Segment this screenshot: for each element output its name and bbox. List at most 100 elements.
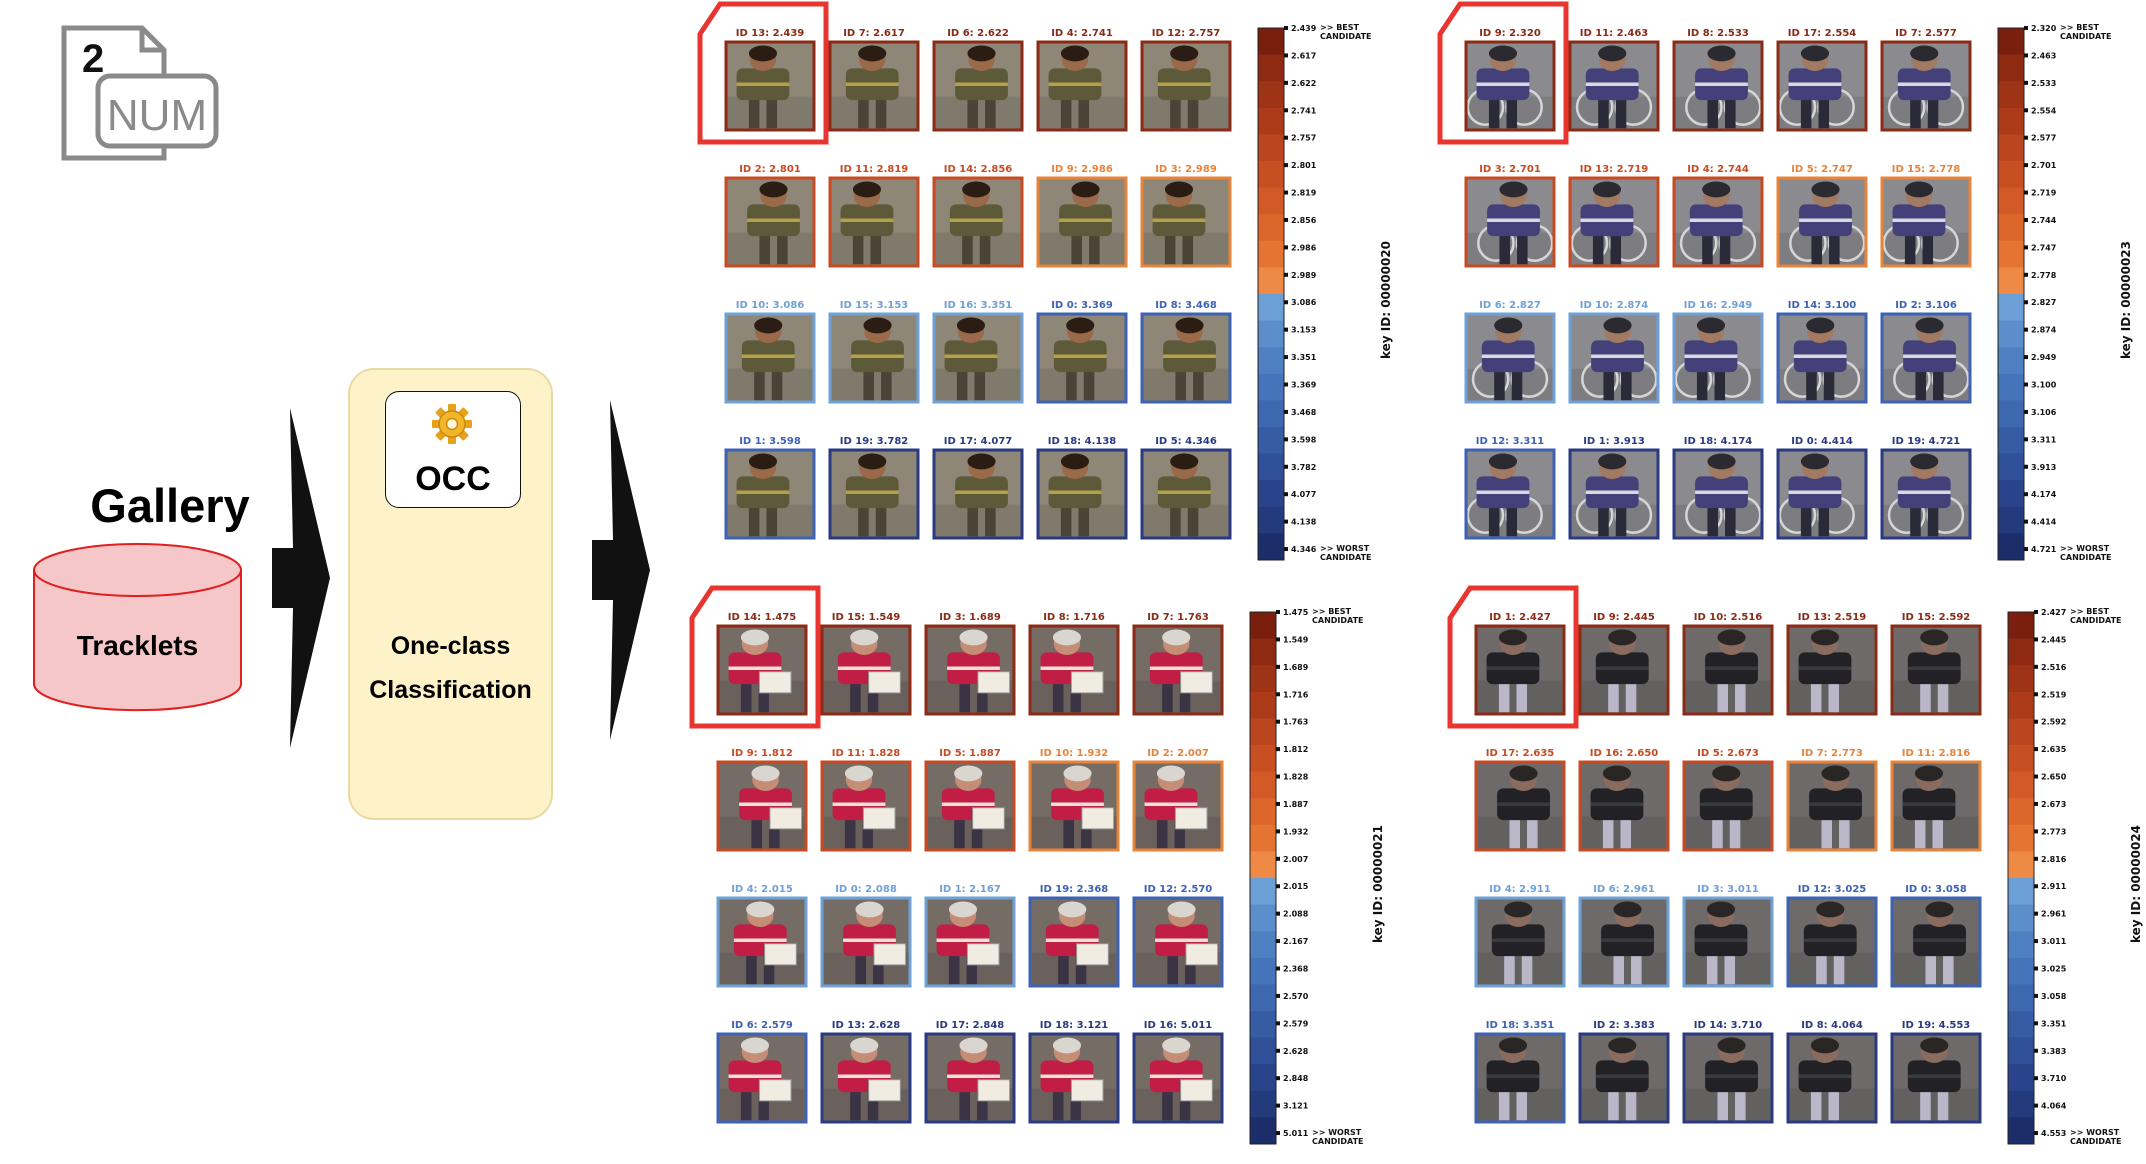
candidate-thumbnail xyxy=(1890,624,1982,716)
candidate-thumbnail xyxy=(1682,896,1774,988)
colorbar-tick: 3.106 xyxy=(2031,408,2057,417)
colorbar-tick: 2.874 xyxy=(2031,326,2057,335)
candidate-thumbnail xyxy=(1568,176,1660,268)
candidate-label: ID 7: 2.617 xyxy=(843,28,905,39)
candidate-thumbnail xyxy=(1140,448,1232,540)
candidate-thumbnail xyxy=(820,624,912,716)
colorbar-tick: 1.689 xyxy=(1283,663,1309,672)
gallery-title: Gallery xyxy=(90,479,250,532)
candidate-label: ID 8: 3.468 xyxy=(1155,300,1217,311)
colorbar xyxy=(1997,26,2028,561)
candidate-label: ID 8: 2.533 xyxy=(1687,28,1749,39)
candidate-thumbnail xyxy=(828,312,920,404)
colorbar-tick: 2.816 xyxy=(2041,855,2067,864)
best-label-2: CANDIDATE xyxy=(2060,32,2112,41)
candidate-thumbnail xyxy=(932,448,1024,540)
candidate-label: ID 2: 2.801 xyxy=(739,164,801,175)
candidate-label: ID 0: 3.369 xyxy=(1051,300,1113,311)
colorbar-tick: 2.554 xyxy=(2031,106,2057,115)
key-id-label: key ID: 00000021 xyxy=(1371,825,1385,943)
occ-label: OCC xyxy=(415,460,491,498)
candidate-label: ID 18: 4.174 xyxy=(1684,436,1753,447)
candidate-label: ID 15: 3.153 xyxy=(840,300,909,311)
colorbar-tick: 2.088 xyxy=(1283,910,1309,919)
occ-description: One-class Classification xyxy=(348,624,553,712)
occ-desc-line2: Classification xyxy=(369,676,532,704)
colorbar-tick: 2.445 xyxy=(2041,635,2067,644)
candidate-label: ID 13: 2.519 xyxy=(1798,612,1867,623)
candidate-label: ID 17: 2.848 xyxy=(936,1020,1005,1031)
candidate-label: ID 19: 4.553 xyxy=(1902,1020,1971,1031)
candidate-thumbnail xyxy=(1036,312,1128,404)
candidate-label: ID 6: 2.827 xyxy=(1479,300,1541,311)
candidate-label: ID 11: 2.819 xyxy=(840,164,909,175)
candidate-thumbnail xyxy=(1786,1032,1878,1124)
colorbar-tick: 4.174 xyxy=(2031,490,2057,499)
colorbar-tick: 3.710 xyxy=(2041,1074,2067,1083)
worst-label: >> WORST xyxy=(1320,544,1370,553)
gear-icon xyxy=(432,404,472,444)
candidate-label: ID 5: 2.747 xyxy=(1791,164,1853,175)
candidate-thumbnail xyxy=(1776,448,1868,540)
colorbar-tick: 5.011 xyxy=(1283,1129,1309,1138)
colorbar-tick: 3.383 xyxy=(2041,1047,2066,1056)
candidate-thumbnail xyxy=(828,448,920,540)
colorbar-tick: 1.549 xyxy=(1283,635,1309,644)
colorbar-tick: 3.058 xyxy=(2041,992,2067,1001)
candidate-thumbnail xyxy=(1880,176,1972,268)
candidate-label: ID 3: 2.989 xyxy=(1155,164,1217,175)
candidate-label: ID 11: 2.816 xyxy=(1902,748,1971,759)
worst-label: >> WORST xyxy=(2070,1128,2120,1137)
candidate-thumbnail xyxy=(924,760,1016,852)
colorbar-tick: 4.064 xyxy=(2041,1102,2067,1111)
colorbar-tick: 2.741 xyxy=(1291,106,1317,115)
candidate-label: ID 7: 1.763 xyxy=(1147,612,1209,623)
candidate-thumbnail xyxy=(724,40,816,132)
colorbar-tick: 2.819 xyxy=(1291,189,1317,198)
candidate-thumbnail xyxy=(1672,40,1764,132)
colorbar-tick: 2.463 xyxy=(2031,51,2056,60)
best-label-2: CANDIDATE xyxy=(1320,32,1372,41)
candidate-thumbnail xyxy=(1464,448,1556,540)
colorbar-tick: 3.025 xyxy=(2041,964,2067,973)
candidate-label: ID 9: 2.445 xyxy=(1593,612,1655,623)
ranking-panel-4: ID 1: 2.427 ID 9: 2.445 ID 10: 2.516 ID 13:… xyxy=(1440,584,2146,1164)
candidate-thumbnail xyxy=(1786,624,1878,716)
worst-label: >> WORST xyxy=(1312,1128,1362,1137)
candidate-thumbnail xyxy=(1880,40,1972,132)
colorbar-tick: 3.782 xyxy=(1291,463,1316,472)
candidate-thumbnail xyxy=(724,448,816,540)
occ-desc-line1: One-class xyxy=(390,632,511,660)
candidate-thumbnail xyxy=(716,1032,808,1124)
candidate-thumbnail xyxy=(1464,40,1556,132)
candidate-label: ID 3: 3.011 xyxy=(1697,884,1759,895)
colorbar-tick: 2.635 xyxy=(2041,745,2067,754)
best-label: >> BEST xyxy=(2070,607,2110,616)
colorbar-tick: 2.719 xyxy=(2031,189,2057,198)
worst-label-2: CANDIDATE xyxy=(1320,553,1372,562)
candidate-thumbnail xyxy=(828,40,920,132)
candidate-thumbnail xyxy=(1786,896,1878,988)
candidate-thumbnail xyxy=(1140,176,1232,268)
colorbar-tick: 3.100 xyxy=(2031,380,2057,389)
colorbar-tick: 2.427 xyxy=(2041,608,2066,617)
candidate-thumbnail xyxy=(932,40,1024,132)
colorbar-tick: 1.812 xyxy=(1283,745,1308,754)
colorbar-tick: 2.519 xyxy=(2041,690,2067,699)
candidate-thumbnail xyxy=(820,896,912,988)
badge-text: NUM xyxy=(107,91,207,140)
candidate-thumbnail xyxy=(820,1032,912,1124)
candidate-label: ID 10: 1.932 xyxy=(1040,748,1109,759)
candidate-label: ID 12: 3.025 xyxy=(1798,884,1867,895)
colorbar-tick: 4.553 xyxy=(2041,1129,2066,1138)
colorbar-tick: 2.167 xyxy=(1283,937,1308,946)
candidate-label: ID 4: 2.015 xyxy=(731,884,793,895)
candidate-thumbnail xyxy=(1568,312,1660,404)
colorbar-tick: 2.801 xyxy=(1291,161,1317,170)
candidate-label: ID 0: 4.414 xyxy=(1791,436,1853,447)
colorbar-tick: 3.913 xyxy=(2031,463,2056,472)
candidate-label: ID 2: 2.007 xyxy=(1147,748,1209,759)
candidate-label: ID 0: 2.088 xyxy=(835,884,897,895)
candidate-label: ID 17: 4.077 xyxy=(944,436,1013,447)
colorbar-tick: 2.986 xyxy=(1291,243,1317,252)
